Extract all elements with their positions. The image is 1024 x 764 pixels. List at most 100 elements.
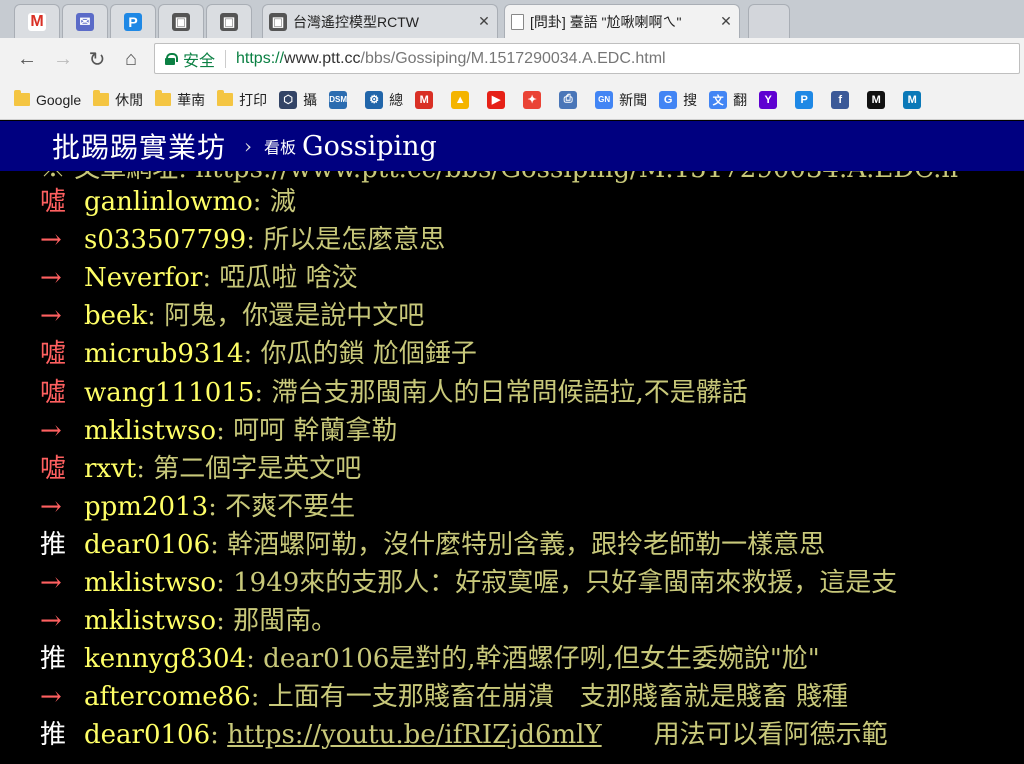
comment-line: → mklistwso: 1949來的支那人：好寂寞喔，只好拿閩南來救援，這是支 — [40, 564, 897, 602]
comment-link[interactable]: https://youtu.be/ifRIZjd6mlY — [227, 720, 601, 750]
comment-text: 1949來的支那人：好寂寞喔，只好拿閩南來救援，這是支 — [233, 568, 898, 598]
bookmark-item[interactable]: 休閒 — [93, 90, 143, 110]
comment-user: ppm2013 — [84, 491, 209, 522]
address-bar[interactable]: 安全 https://www.ptt.cc/bbs/Gossiping/M.15… — [154, 43, 1020, 74]
bookmark-item[interactable]: ▶ — [487, 90, 511, 109]
tab-pinned-nas-2[interactable]: ▣ — [206, 4, 252, 38]
p-icon: P — [795, 90, 814, 109]
bookmark-label: 總 — [389, 91, 404, 108]
bookmark-label: 休閒 — [115, 91, 144, 108]
reload-icon: ↻ — [88, 48, 106, 71]
comment-text: 上面有一支那賤畜在崩潰 支那賤畜就是賤畜 賤種 — [267, 682, 849, 713]
bookmark-item[interactable]: ▲ — [451, 90, 475, 109]
home-button[interactable]: ⌂ — [118, 46, 144, 72]
comment-user: mklistwso — [84, 415, 217, 446]
drive-icon: ▲ — [451, 90, 470, 109]
bookmark-item[interactable]: P — [795, 90, 819, 109]
comment-user: kennyg8304 — [84, 644, 247, 675]
bookmark-item[interactable]: ⬡ 攝 — [279, 90, 317, 110]
tab-active-post[interactable]: [問卦] 臺語 "尬啾喇啊ㄟ" ✕ — [504, 4, 740, 38]
tab-strip: M ✉ P ▣ ▣ ▣ 台灣遙控模型RCTW ✕ [問卦] 臺語 "尬啾喇啊ㄟ"… — [0, 0, 1024, 38]
comment-line: → aftercome86: 上面有一支那賤畜在崩潰 支那賤畜就是賤畜 賤種 — [40, 678, 848, 716]
bookmark-item[interactable]: f — [831, 90, 855, 109]
bookmark-item[interactable]: Google — [14, 90, 82, 108]
url-text[interactable]: https://www.ptt.cc/bbs/Gossiping/M.15172… — [236, 50, 666, 68]
new-tab-button[interactable] — [748, 4, 790, 38]
comment-user: Neverfor — [84, 263, 203, 294]
bookmark-item[interactable]: 文翻 — [709, 90, 747, 110]
comment-line: 推 dear0106: https://youtu.be/ifRIZjd6mlY … — [40, 716, 888, 754]
comment-list: ※ 文章網址: https://www.ptt.cc/bbs/Gossiping… — [0, 171, 1024, 764]
bookmark-label: 新聞 — [619, 91, 648, 108]
bookmark-item[interactable]: GN 新聞 — [595, 90, 647, 110]
comment-line: → s033507799: 所以是怎麼意思 — [40, 221, 445, 259]
bookmark-item[interactable]: Y — [759, 90, 783, 109]
comment-colon: : — [243, 339, 261, 370]
bookmark-item[interactable]: 華南 — [155, 90, 205, 110]
bookmark-label: Google — [36, 91, 82, 108]
board-name[interactable]: Gossiping — [302, 131, 437, 162]
comment-text: 用法可以看阿德示範 — [601, 720, 888, 751]
m-circle-icon: M — [903, 90, 922, 109]
bookmark-label: 翻 — [733, 91, 748, 108]
comment-line: 噓 wang111015: 滯台支那閩南人的日常問候語拉,不是髒話 — [40, 374, 748, 412]
comment-colon: : — [252, 187, 270, 217]
comment-text: 阿鬼，你還是說中文吧 — [164, 301, 425, 332]
tab-rctw[interactable]: ▣ 台灣遙控模型RCTW ✕ — [262, 4, 498, 38]
bookmark-item[interactable]: ⚙ 總 — [365, 90, 403, 110]
comment-user: beek — [84, 301, 148, 332]
comment-tag-arrow: → — [40, 682, 62, 713]
tab-pinned-p[interactable]: P — [110, 4, 156, 38]
page-icon — [511, 13, 524, 30]
folder-icon — [217, 90, 234, 106]
comment-colon: : — [254, 377, 272, 408]
tab-title: [問卦] 臺語 "尬啾喇啊ㄟ" — [530, 13, 682, 30]
comment-text: 所以是怎麼意思 — [263, 225, 446, 256]
comment-user: ganlinlowmo — [84, 187, 253, 217]
comment-user: micrub9314 — [84, 339, 244, 370]
tab-pinned-gmail[interactable]: M — [14, 4, 60, 38]
comment-tag-arrow: → — [40, 225, 62, 256]
bookmark-item[interactable]: G搜 — [659, 90, 697, 110]
tab-title: 台灣遙控模型RCTW — [293, 13, 419, 30]
close-icon[interactable]: ✕ — [719, 13, 733, 30]
bookmarks-bar: Google 休閒 華南 打印 ⬡ 攝 DSM ⚙ 總 M ▲ ▶ ✦ ⎙ GN 新聞 G 搜文翻 Y Pf M M — [0, 80, 1024, 120]
dsm-icon: DSM — [329, 90, 348, 109]
bookmark-item[interactable]: M — [903, 90, 927, 109]
folder-icon — [93, 90, 110, 106]
comment-user: dear0106 — [84, 720, 211, 751]
comment-text: 第二個字是英文吧 — [153, 453, 362, 484]
comment-user: s033507799 — [84, 225, 247, 256]
comment-tag-boo: 噓 — [40, 377, 67, 408]
bookmark-item[interactable]: ⎙ — [559, 90, 583, 109]
comment-colon: : — [136, 453, 154, 484]
comment-colon: : — [210, 720, 228, 751]
comment-colon: : — [202, 263, 220, 294]
printer-icon: ⎙ — [559, 90, 578, 109]
comment-text: 不爽不要生 — [225, 491, 356, 522]
pinwheel-icon: ✦ — [523, 90, 542, 109]
site-title[interactable]: 批踢踢實業坊 — [52, 126, 226, 166]
close-icon[interactable]: ✕ — [477, 13, 491, 30]
comment-colon: : — [216, 568, 234, 598]
tab-pinned-mail[interactable]: ✉ — [62, 4, 108, 38]
comment-line: 推 dear0106: 幹酒螺阿勒，沒什麼特別含義，跟拎老師勒一樣意思 — [40, 526, 825, 564]
reload-button[interactable]: ↻ — [84, 46, 110, 72]
bookmark-item[interactable]: 打印 — [217, 90, 267, 110]
divider — [225, 49, 227, 68]
comment-line: → beek: 阿鬼，你還是說中文吧 — [40, 297, 424, 335]
tab-pinned-nas[interactable]: ▣ — [158, 4, 204, 38]
back-button[interactable]: ← — [14, 46, 40, 72]
gmail-icon: M — [415, 90, 434, 109]
comment-user: aftercome86 — [84, 682, 251, 713]
bookmark-item[interactable]: M — [867, 90, 891, 109]
comment-text: 啞瓜啦 啥洨 — [219, 263, 358, 294]
bookmark-item[interactable]: M — [415, 90, 439, 109]
forward-button[interactable]: → — [50, 46, 76, 72]
comment-tag-arrow: → — [40, 415, 62, 446]
secure-label: 安全 — [183, 52, 216, 70]
bookmark-item[interactable]: ✦ — [523, 90, 547, 109]
comment-text: 幹酒螺阿勒，沒什麼特別含義，跟拎老師勒一樣意思 — [227, 529, 826, 560]
bookmark-item[interactable]: DSM — [329, 90, 353, 109]
gmail-icon: M — [28, 12, 46, 31]
